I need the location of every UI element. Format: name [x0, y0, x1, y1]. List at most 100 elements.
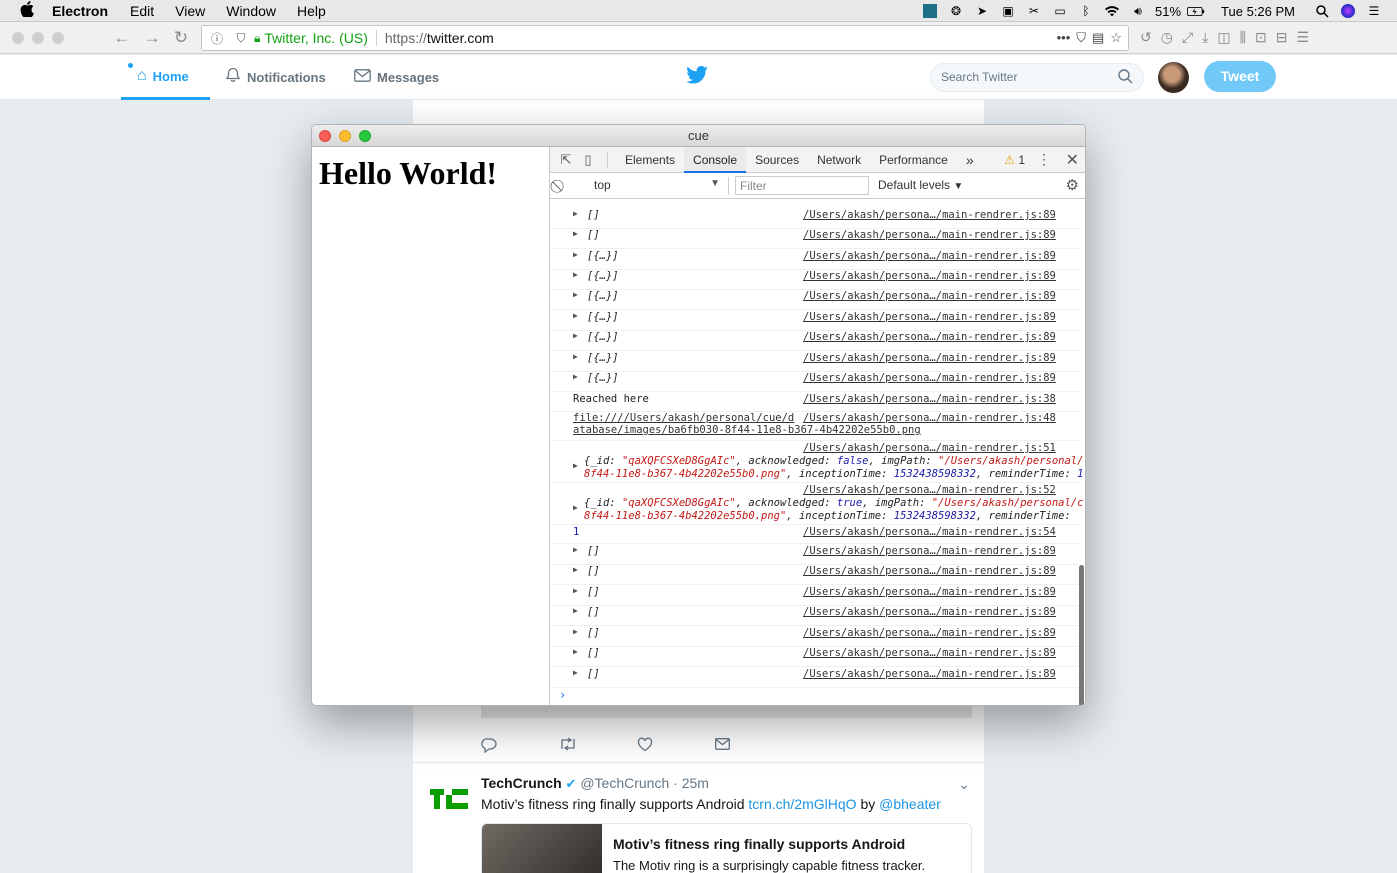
expand-arrow-icon[interactable]: ▶: [573, 586, 578, 595]
console-scrollbar[interactable]: [1079, 565, 1084, 705]
clock-icon[interactable]: ◷: [1161, 29, 1173, 46]
console-row[interactable]: ▶ [] /Users/akash/persona…/main-rendrer.js…: [550, 545, 1080, 565]
console-row[interactable]: ▶ [{…}] /Users/akash/persona…/main-rendrer…: [550, 372, 1080, 392]
volume-icon[interactable]: 🔊︎: [1129, 4, 1147, 18]
like-icon[interactable]: [637, 737, 715, 756]
tweet-button[interactable]: Tweet: [1204, 61, 1276, 92]
zoom-window-button[interactable]: [52, 32, 64, 44]
library-icon[interactable]: ⫼: [1240, 29, 1246, 46]
screenshot-icon[interactable]: ⤢: [1182, 29, 1193, 46]
spotlight-icon[interactable]: [1313, 4, 1331, 18]
tweet-mention[interactable]: @bheater: [879, 796, 941, 812]
tab-elements[interactable]: Elements: [616, 147, 684, 173]
console-row[interactable]: ▶ [{…}] /Users/akash/persona…/main-rendrer…: [550, 290, 1080, 310]
more-options-icon[interactable]: ⋮: [1037, 151, 1051, 168]
back-arrow-icon[interactable]: ←: [112, 28, 132, 48]
nav-home[interactable]: ⌂ Home: [121, 55, 210, 100]
info-icon[interactable]: ⓘ: [208, 30, 226, 46]
source-link[interactable]: /Users/akash/persona…/main-rendrer.js:48: [803, 412, 1056, 424]
battery-icon[interactable]: [1187, 4, 1205, 18]
expand-arrow-icon[interactable]: ▶: [573, 270, 578, 279]
console-row-file[interactable]: file:////Users/akash/personal/cue/d atab…: [550, 412, 1080, 441]
source-link[interactable]: /Users/akash/persona…/main-rendrer.js:89: [803, 586, 1056, 598]
tab-network[interactable]: Network: [808, 147, 870, 173]
nav-notifications[interactable]: Notifications: [225, 55, 326, 100]
expand-arrow-icon[interactable]: ▶: [573, 311, 578, 320]
file-url-link-continued[interactable]: atabase/images/ba6fb030-8f44-11e8-b367-4…: [573, 424, 921, 436]
expand-arrow-icon[interactable]: ▶: [573, 352, 578, 361]
electron-close-button[interactable]: [319, 130, 331, 142]
console-row[interactable]: ▶ [{…}] /Users/akash/persona…/main-rendrer…: [550, 352, 1080, 372]
console-row[interactable]: ▶ [] /Users/akash/persona…/main-rendrer.js…: [550, 565, 1080, 585]
source-link[interactable]: /Users/akash/persona…/main-rendrer.js:52: [803, 484, 1056, 496]
source-link[interactable]: /Users/akash/persona…/main-rendrer.js:89: [803, 209, 1056, 221]
page-actions-icon[interactable]: •••: [1057, 30, 1071, 46]
chevron-down-icon[interactable]: ⌄: [958, 776, 970, 793]
menu-help[interactable]: Help: [297, 3, 326, 19]
apple-icon[interactable]: [20, 1, 36, 20]
inspect-element-icon[interactable]: ⇱: [555, 152, 577, 168]
console-row[interactable]: ▶ [] /Users/akash/persona…/main-rendrer.js…: [550, 606, 1080, 626]
forward-arrow-icon[interactable]: →: [142, 28, 162, 48]
tab-performance[interactable]: Performance: [870, 147, 957, 173]
expand-arrow-icon[interactable]: ▶: [573, 331, 578, 340]
reader-view-icon[interactable]: ▤: [1092, 30, 1104, 46]
electron-minimize-button[interactable]: [339, 130, 351, 142]
source-link[interactable]: /Users/akash/persona…/main-rendrer.js:51: [803, 442, 1056, 454]
sidebar-icon[interactable]: ◫: [1217, 29, 1230, 46]
cue-app-icon[interactable]: [921, 4, 939, 18]
source-link[interactable]: /Users/akash/persona…/main-rendrer.js:89: [803, 647, 1056, 659]
source-link[interactable]: /Users/akash/persona…/main-rendrer.js:89: [803, 352, 1056, 364]
search-twitter-input[interactable]: Search Twitter: [930, 63, 1144, 92]
site-identity[interactable]: Twitter, Inc. (US): [264, 30, 367, 46]
retweet-icon[interactable]: [559, 737, 637, 756]
bluetooth-icon[interactable]: ᛒ: [1077, 4, 1095, 18]
source-link[interactable]: /Users/akash/persona…/main-rendrer.js:89: [803, 290, 1056, 302]
tracking-shield-icon[interactable]: ⛉: [232, 30, 250, 46]
warnings-counter[interactable]: ⚠ 1: [1004, 153, 1025, 167]
log-levels-dropdown[interactable]: Default levels ▼: [878, 178, 963, 192]
tab-console[interactable]: Console: [684, 146, 747, 173]
minimize-window-button[interactable]: [32, 32, 44, 44]
console-row[interactable]: 1/Users/akash/persona…/main-rendrer.js:5…: [550, 526, 1080, 544]
expand-arrow-icon[interactable]: ▶: [573, 503, 578, 512]
electron-zoom-button[interactable]: [359, 130, 371, 142]
expand-arrow-icon[interactable]: ▶: [573, 229, 578, 238]
expand-arrow-icon[interactable]: ▶: [573, 606, 578, 615]
tweet-link[interactable]: tcrn.ch/2mGlHqO: [748, 796, 856, 812]
tweet-time[interactable]: · 25m: [673, 775, 709, 791]
expand-arrow-icon[interactable]: ▶: [573, 545, 578, 554]
source-link[interactable]: /Users/akash/persona…/main-rendrer.js:89: [803, 331, 1056, 343]
wifi-icon[interactable]: [1103, 4, 1121, 18]
console-row[interactable]: ▶ [{…}] /Users/akash/persona…/main-rendrer…: [550, 250, 1080, 270]
source-link[interactable]: /Users/akash/persona…/main-rendrer.js:54: [803, 526, 1056, 538]
tab-sources[interactable]: Sources: [746, 147, 808, 173]
expand-arrow-icon[interactable]: ▶: [573, 250, 578, 259]
author-handle[interactable]: @TechCrunch: [580, 775, 669, 791]
gear-icon[interactable]: ⚙: [1066, 176, 1079, 194]
bookmark-star-icon[interactable]: ☆: [1110, 30, 1122, 46]
downloads-icon[interactable]: ⤓: [1202, 29, 1208, 46]
console-row[interactable]: Reached here/Users/akash/persona…/main-r…: [550, 393, 1080, 412]
link-preview-card[interactable]: Motiv’s fitness ring finally supports An…: [481, 823, 972, 873]
source-link[interactable]: /Users/akash/persona…/main-rendrer.js:89: [803, 311, 1056, 323]
reply-icon[interactable]: [481, 737, 559, 756]
source-link[interactable]: /Users/akash/persona…/main-rendrer.js:89: [803, 372, 1056, 384]
siri-icon[interactable]: [1339, 4, 1357, 18]
console-row[interactable]: ▶ [] /Users/akash/persona…/main-rendrer.js…: [550, 209, 1080, 229]
expand-arrow-icon[interactable]: ▶: [573, 290, 578, 299]
context-selector[interactable]: top ▼: [594, 178, 720, 192]
avatar[interactable]: [1158, 62, 1189, 93]
console-row[interactable]: ▶ [] /Users/akash/persona…/main-rendrer.js…: [550, 627, 1080, 647]
location-icon[interactable]: ➤: [973, 4, 991, 18]
reload-icon[interactable]: ↻: [171, 28, 191, 48]
console-prompt-icon[interactable]: ›: [559, 688, 566, 702]
creative-cloud-icon[interactable]: ❂: [947, 4, 965, 18]
electron-titlebar[interactable]: cue: [312, 125, 1085, 147]
history-icon[interactable]: ↺: [1140, 29, 1152, 46]
dm-icon[interactable]: [715, 737, 793, 756]
notification-center-icon[interactable]: ☰: [1365, 4, 1383, 18]
menu-app-name[interactable]: Electron: [52, 3, 108, 19]
menu-window[interactable]: Window: [226, 3, 276, 19]
source-link[interactable]: /Users/akash/persona…/main-rendrer.js:89: [803, 627, 1056, 639]
